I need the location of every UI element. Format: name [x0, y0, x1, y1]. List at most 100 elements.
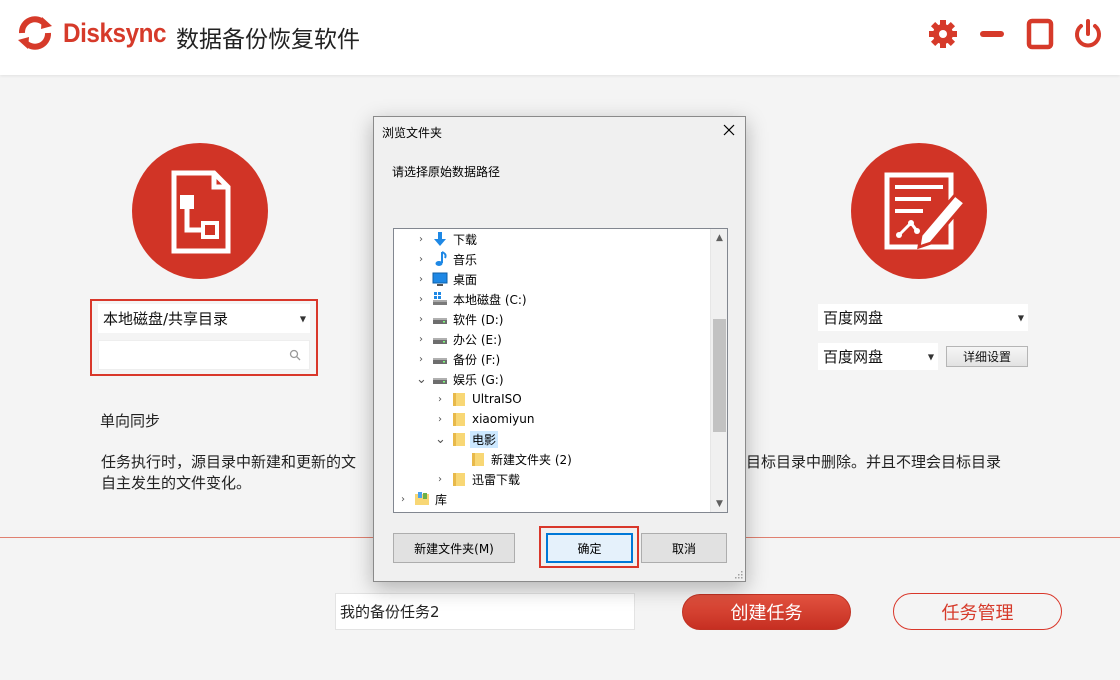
tree-item[interactable]: › 音乐 — [394, 249, 712, 269]
tree-item-label: 备份 (F:) — [453, 352, 501, 367]
tree-item[interactable]: › xiaomiyun — [394, 409, 712, 429]
mode-desc-line-2: 自主发生的文件变化。 — [101, 474, 252, 492]
chevron-right-icon[interactable]: › — [416, 254, 426, 265]
chevron-right-icon[interactable]: › — [416, 314, 426, 325]
gear-icon[interactable] — [927, 18, 959, 50]
tree-item-label: 桌面 — [453, 272, 478, 287]
tree-item[interactable]: ⌄ 娱乐 (G:) — [394, 369, 712, 389]
source-icon-circle[interactable] — [132, 143, 268, 279]
tree-item[interactable]: › 软件 (D:) — [394, 309, 712, 329]
sync-logo-icon — [18, 16, 52, 50]
detail-settings-button[interactable]: 详细设置 — [946, 346, 1028, 367]
tree-item-label: 电影 — [470, 430, 499, 448]
tree-item-label: xiaomiyun — [472, 412, 535, 426]
source-path-input[interactable] — [103, 345, 283, 367]
desktop-icon — [432, 272, 448, 286]
source-path-field[interactable] — [98, 340, 310, 370]
power-icon[interactable] — [1072, 18, 1104, 50]
cancel-button[interactable]: 取消 — [641, 533, 727, 563]
chevron-down-icon: ▼ — [299, 314, 306, 323]
chevron-down-icon: ▼ — [1017, 313, 1024, 322]
tree-item-label: 库 — [435, 492, 448, 507]
mode-desc-line-1: 任务执行时，源目录中新建和更新的文 — [101, 453, 357, 471]
drive-icon — [433, 318, 447, 324]
tree-item[interactable]: ⌄ 电影 — [394, 429, 712, 449]
tree-item-label: 下载 — [453, 232, 478, 247]
chevron-down-icon[interactable]: ⌄ — [435, 432, 446, 447]
music-note-icon — [435, 251, 447, 266]
maximize-icon[interactable] — [1024, 18, 1056, 50]
dialog-title: 浏览文件夹 — [382, 126, 443, 140]
tree-item[interactable]: › 备份 (F:) — [394, 349, 712, 369]
edit-note-icon — [884, 172, 968, 250]
tree-item[interactable]: › 办公 (E:) — [394, 329, 712, 349]
close-icon[interactable] — [721, 122, 737, 138]
dialog-prompt: 请选择原始数据路径 — [392, 165, 501, 179]
tree-item-label: 新建文件夹 (2) — [491, 452, 572, 467]
source-type-value: 本地磁盘/共享目录 — [103, 310, 229, 328]
chevron-right-icon[interactable]: › — [435, 474, 445, 485]
scrollbar-thumb[interactable] — [713, 319, 726, 432]
chevron-right-icon[interactable]: › — [435, 394, 445, 405]
chevron-down-icon[interactable]: ⌄ — [416, 372, 427, 387]
tree-item-label: 迅雷下载 — [472, 472, 521, 487]
tree-item[interactable]: › UltraISO — [394, 389, 712, 409]
chevron-right-icon[interactable]: › — [435, 414, 445, 425]
create-task-button[interactable]: 创建任务 — [682, 594, 851, 630]
folder-icon — [453, 413, 465, 426]
tree-item-label: UltraISO — [472, 392, 522, 406]
download-arrow-icon — [434, 232, 446, 246]
tree-item-label: 办公 (E:) — [453, 332, 502, 347]
browse-folder-dialog: 浏览文件夹 请选择原始数据路径 › 下载 › 音乐 › 桌面 › 本地磁盘 (C:) › 软件 (… — [373, 116, 746, 582]
mode-description-left: 任务执行时，源目录中新建和更新的文 自主发生的文件变化。 — [101, 452, 376, 494]
target-type-select[interactable]: 百度网盘 ▼ — [818, 304, 1028, 331]
target-account-select[interactable]: 百度网盘 ▼ — [818, 343, 938, 370]
task-manage-button[interactable]: 任务管理 — [893, 593, 1062, 630]
chevron-down-icon: ▼ — [927, 352, 934, 361]
tree-item[interactable]: › 下载 — [394, 229, 712, 249]
folder-icon — [453, 393, 465, 406]
tree-item[interactable]: › 桌面 — [394, 269, 712, 289]
resize-grip-icon[interactable] — [733, 569, 743, 579]
target-type-value: 百度网盘 — [823, 309, 884, 327]
library-icon — [415, 492, 429, 505]
sync-mode-label: 单向同步 — [100, 412, 161, 430]
tree-item-label: 音乐 — [453, 252, 478, 267]
chevron-right-icon[interactable]: › — [416, 334, 426, 345]
new-folder-button[interactable]: 新建文件夹(M) — [393, 533, 515, 563]
system-drive-icon — [433, 292, 447, 305]
tree-scrollbar[interactable]: ▲ ▼ — [710, 229, 727, 512]
brand-name: Disksync — [63, 18, 167, 48]
chevron-right-icon[interactable]: › — [398, 494, 408, 505]
chevron-right-icon[interactable]: › — [416, 234, 426, 245]
folder-tree[interactable]: › 下载 › 音乐 › 桌面 › 本地磁盘 (C:) › 软件 (D:) › 办公 (E:) › 备份 (… — [393, 228, 728, 513]
drive-icon — [433, 378, 447, 384]
minimize-icon[interactable] — [976, 18, 1008, 50]
tree-item[interactable]: › 迅雷下载 — [394, 469, 712, 489]
tree-item-label: 本地磁盘 (C:) — [453, 292, 527, 307]
ok-button[interactable]: 确定 — [546, 533, 633, 563]
folder-icon — [453, 473, 465, 486]
mode-description-right: 目标目录中删除。并且不理会目标目录 — [746, 453, 1002, 471]
tree-item-label: 软件 (D:) — [453, 312, 504, 327]
app-subtitle: 数据备份恢复软件 — [176, 27, 360, 53]
drive-icon — [433, 338, 447, 344]
chevron-right-icon[interactable]: › — [416, 294, 426, 305]
drive-icon — [433, 358, 447, 364]
tree-item[interactable]: › 本地磁盘 (C:) — [394, 289, 712, 309]
document-flow-icon — [171, 170, 231, 254]
folder-icon — [472, 453, 484, 466]
tree-item[interactable]: 新建文件夹 (2) — [394, 449, 712, 469]
target-icon-circle[interactable] — [851, 143, 987, 279]
scroll-down-icon[interactable]: ▼ — [711, 495, 727, 512]
task-name-input[interactable]: 我的备份任务2 — [335, 593, 635, 630]
folder-icon — [453, 433, 465, 446]
tree-item[interactable]: › 库 — [394, 489, 712, 509]
source-type-select[interactable]: 本地磁盘/共享目录 ▼ — [98, 304, 310, 333]
chevron-right-icon[interactable]: › — [416, 354, 426, 365]
search-icon[interactable] — [289, 349, 301, 361]
app-header: Disksync 数据备份恢复软件 — [0, 0, 1120, 75]
tree-item-label: 娱乐 (G:) — [453, 372, 504, 387]
scroll-up-icon[interactable]: ▲ — [711, 229, 727, 246]
chevron-right-icon[interactable]: › — [416, 274, 426, 285]
